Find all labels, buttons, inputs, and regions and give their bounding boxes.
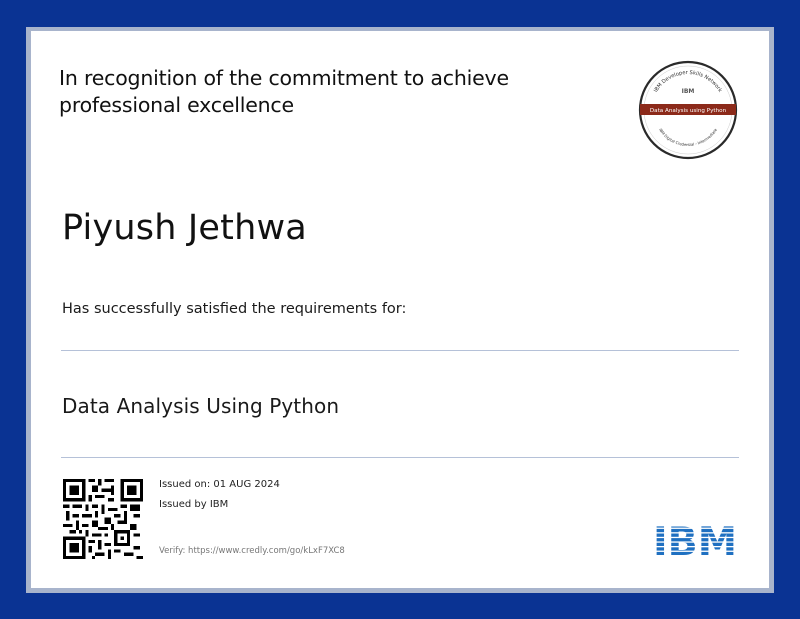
verify-link[interactable]: Verify: https://www.credly.com/go/kLxF7X… <box>159 546 345 556</box>
requirements-text: Has successfully satisfied the requireme… <box>62 301 407 317</box>
badge-ribbon-text: Data Analysis using Python <box>650 108 727 114</box>
divider-bottom <box>61 457 739 458</box>
certificate-frame: In recognition of the commitment to achi… <box>26 27 774 593</box>
ibm-logo-text: IBM <box>653 524 737 558</box>
issued-on-date: Issued on: 01 AUG 2024 <box>159 479 280 490</box>
badge-logo-text: IBM <box>682 88 695 95</box>
certificate-paper: In recognition of the commitment to achi… <box>31 31 769 588</box>
credential-badge-icon: IBM Developer Skills Network IBM Data An… <box>638 60 738 160</box>
issued-by: Issued by IBM <box>159 499 229 510</box>
ibm-logo-icon: IBM <box>653 524 737 558</box>
divider-top <box>61 350 739 351</box>
qr-code-icon[interactable] <box>63 479 143 559</box>
course-title: Data Analysis Using Python <box>62 394 340 418</box>
recognition-text: In recognition of the commitment to achi… <box>59 66 509 117</box>
recipient-name: Piyush Jethwa <box>62 208 307 248</box>
